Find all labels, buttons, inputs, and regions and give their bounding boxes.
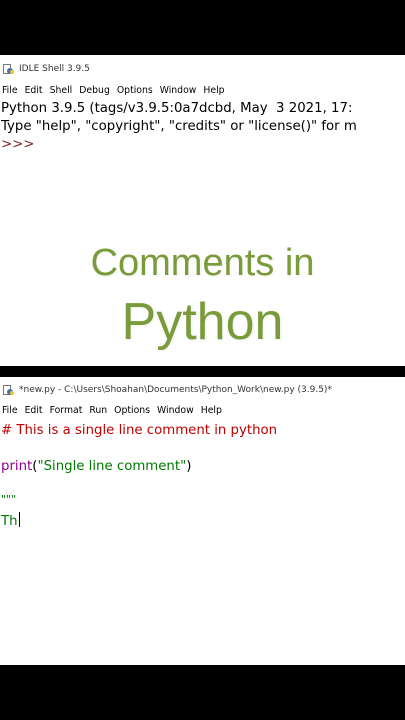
editor-menu-window[interactable]: Window	[157, 405, 194, 416]
code-typing-line: Th	[1, 512, 20, 530]
editor-titlebar: *new.py - C:\Users\Shoahan\Documents\Pyt…	[0, 377, 405, 403]
shell-menubar: File Edit Shell Debug Options Window Hel…	[0, 83, 405, 97]
shell-menu-debug[interactable]: Debug	[79, 85, 110, 96]
print-close-paren: )	[186, 459, 192, 474]
code-print-line: print("Single line comment")	[1, 458, 191, 475]
shell-menu-help[interactable]: Help	[203, 85, 224, 96]
text-cursor	[18, 512, 20, 527]
editor-title: *new.py - C:\Users\Shoahan\Documents\Pyt…	[19, 385, 332, 395]
overlay-caption-line-1: Comments in	[90, 242, 315, 284]
shell-banner-line-2: Type "help", "copyright", "credits" or "…	[1, 119, 357, 134]
code-comment-line: # This is a single line comment in pytho…	[1, 423, 278, 438]
overlay-caption-line-2: Python	[121, 293, 284, 351]
editor-menu-options[interactable]: Options	[114, 405, 150, 416]
python-file-icon	[3, 384, 14, 396]
print-string-arg: "Single line comment"	[37, 459, 187, 474]
editor-menu-run[interactable]: Run	[89, 405, 107, 416]
editor-menu-help[interactable]: Help	[201, 405, 222, 416]
shell-menu-window[interactable]: Window	[160, 85, 197, 96]
shell-menu-edit[interactable]: Edit	[25, 85, 43, 96]
print-builtin: print	[1, 459, 33, 474]
shell-title: IDLE Shell 3.9.5	[19, 64, 90, 74]
shell-prompt[interactable]: >>>	[1, 136, 34, 153]
shell-banner-line-1: Python 3.9.5 (tags/v3.9.5:0a7dcbd, May 3…	[1, 101, 353, 116]
shell-menu-file[interactable]: File	[2, 85, 18, 96]
typing-text: Th	[1, 514, 18, 529]
shell-menu-options[interactable]: Options	[117, 85, 153, 96]
idle-editor-window: *new.py - C:\Users\Shoahan\Documents\Pyt…	[0, 377, 405, 665]
shell-menu-shell[interactable]: Shell	[50, 85, 73, 96]
editor-menubar: File Edit Format Run Options Window Help	[0, 403, 405, 417]
shell-titlebar: IDLE Shell 3.9.5	[0, 55, 405, 83]
editor-menu-file[interactable]: File	[2, 405, 18, 416]
code-docstring-open: """	[1, 493, 17, 506]
python-idle-icon	[3, 63, 14, 75]
editor-menu-format[interactable]: Format	[50, 405, 83, 416]
editor-menu-edit[interactable]: Edit	[25, 405, 43, 416]
